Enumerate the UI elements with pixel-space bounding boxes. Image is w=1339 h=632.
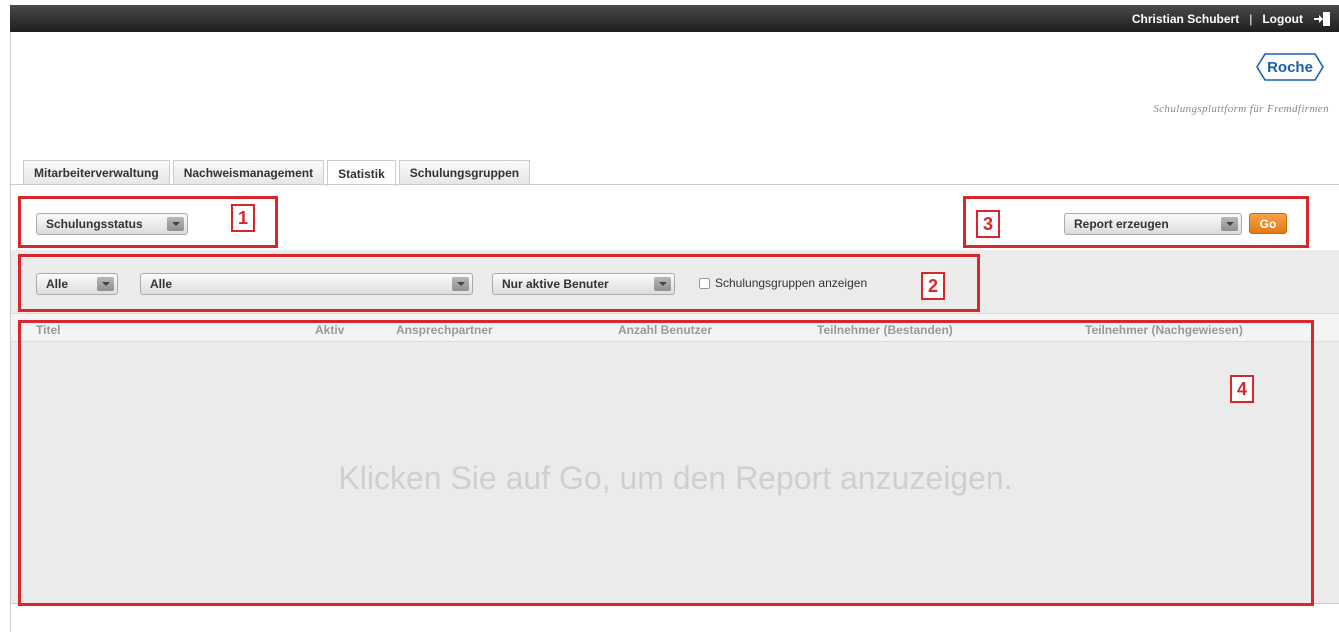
callout-box-2 [18,254,980,312]
callout-badge-4: 4 [1230,375,1254,403]
roche-logo: Roche [1255,52,1325,82]
top-bar: Christian Schubert | Logout [10,5,1339,32]
callout-badge-1: 1 [231,204,255,232]
tab-mitarbeiterverwaltung[interactable]: Mitarbeiterverwaltung [23,160,170,185]
callout-box-4 [18,320,1314,606]
tab-schulungsgruppen[interactable]: Schulungsgruppen [398,160,531,185]
topbar-separator: | [1249,11,1253,26]
tab-statistik[interactable]: Statistik [327,160,396,186]
main-page: Roche Schulungsplattform für Fremdfirmen… [10,32,1339,632]
callout-box-3 [963,196,1309,248]
callout-badge-2: 2 [921,272,945,300]
tab-divider [11,184,1339,185]
logout-icon[interactable] [1313,11,1331,27]
logo-text: Roche [1267,58,1313,76]
user-name[interactable]: Christian Schubert [1132,12,1239,26]
tab-nachweismanagement[interactable]: Nachweismanagement [172,160,325,185]
logout-link[interactable]: Logout [1262,12,1303,26]
callout-badge-3: 3 [976,210,1000,238]
main-tabs: Mitarbeiterverwaltung Nachweismanagement… [23,160,531,186]
tagline: Schulungsplattform für Fremdfirmen [1153,103,1329,115]
